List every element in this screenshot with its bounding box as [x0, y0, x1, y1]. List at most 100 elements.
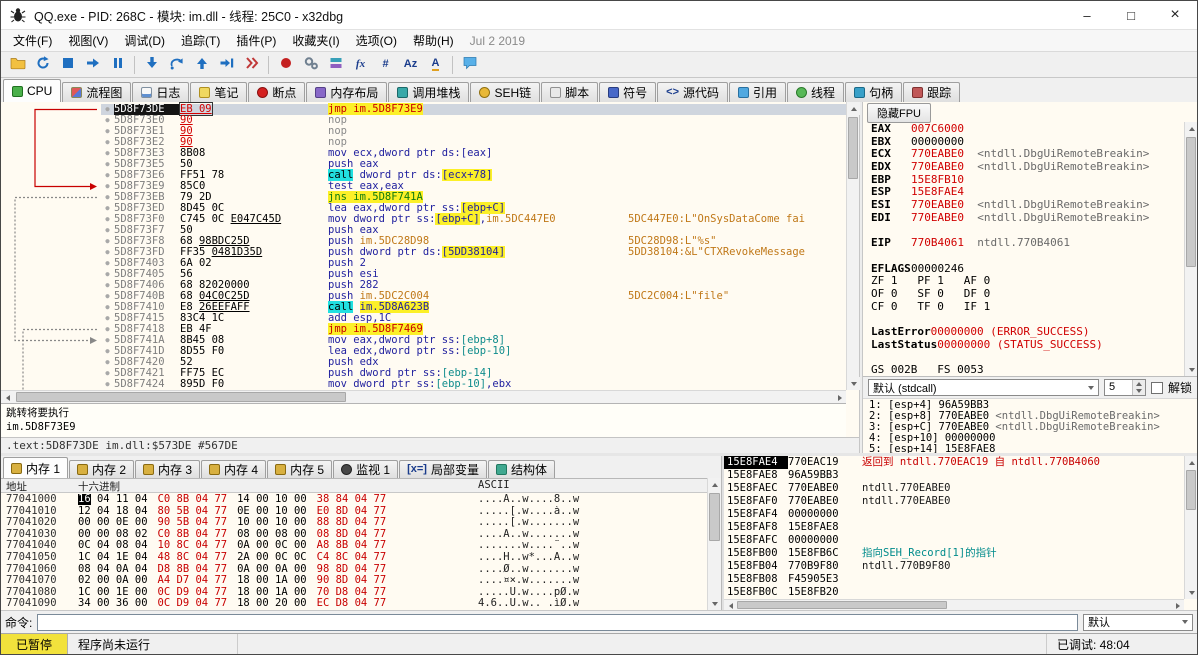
stack-row[interactable]: 15E8FB0015E8FB6C指向SEH_Record[1]的指针 — [724, 547, 1184, 560]
menu-item-8[interactable]: 帮助(H) — [405, 30, 462, 51]
close-button[interactable]: × — [1153, 1, 1197, 29]
stack-row[interactable]: 15E8FAF815E8FAE8 — [724, 521, 1184, 534]
patches-button[interactable]: # — [373, 53, 398, 76]
restart-button[interactable] — [30, 53, 55, 76]
register-row[interactable]: LastStatus00000000 (STATUS_SUCCESS) — [871, 339, 1184, 352]
breakpoint-dot[interactable]: ● — [101, 368, 114, 379]
disasm-row[interactable]: ●5D8F73E985C0test eax,eax — [101, 181, 846, 192]
disassembly-vertical-scrollbar[interactable] — [846, 102, 859, 390]
stack-row[interactable]: 15E8FAFC00000000 — [724, 534, 1184, 547]
scroll-down-button[interactable] — [708, 597, 721, 610]
breakpoint-dot[interactable]: ● — [101, 346, 114, 357]
breakpoint-dot[interactable]: ● — [101, 247, 114, 258]
breakpoint-dot[interactable]: ● — [101, 170, 114, 181]
view-tab-13[interactable]: 线程 — [787, 82, 844, 102]
stack-row[interactable]: 15E8FAEC770EABE0ntdll.770EABE0 — [724, 482, 1184, 495]
breakpoint-dot[interactable]: ● — [101, 291, 114, 302]
stack-row[interactable]: 15E8FB04770B9F80ntdll.770B9F80 — [724, 560, 1184, 573]
breakpoint-dot[interactable]: ● — [101, 104, 114, 115]
scroll-thumb[interactable] — [737, 601, 947, 609]
open-file-button[interactable] — [5, 53, 30, 76]
menu-item-5[interactable]: 插件(P) — [228, 30, 284, 51]
scroll-thumb[interactable] — [1186, 470, 1196, 510]
breakpoint-dot[interactable]: ● — [101, 324, 114, 335]
pause-button[interactable] — [105, 53, 130, 76]
dump-tab-6[interactable]: 监视 1 — [333, 460, 398, 478]
stack-row[interactable]: 15E8FAE4770EAC19返回到 ntdll.770EAC19 自 ntd… — [724, 456, 1184, 469]
step-over-button[interactable] — [164, 53, 189, 76]
disasm-row[interactable]: ●5D8F73DEEB 09jmp im.5D8F73E9 — [101, 104, 846, 115]
flags-row[interactable]: CF 0 TF 0 IF 1 — [871, 301, 1184, 314]
disasm-row[interactable]: ●5D8F73E090nop — [101, 115, 846, 126]
breakpoint-dot[interactable]: ● — [101, 137, 114, 148]
menu-item-4[interactable]: 追踪(T) — [173, 30, 228, 51]
stack-row[interactable]: 15E8FB08F45905E3 — [724, 573, 1184, 586]
breakpoint-dot[interactable]: ● — [101, 280, 114, 291]
scroll-thumb[interactable] — [16, 392, 346, 402]
dump-row[interactable]: 7704109034 00 36 000C D9 04 7718 00 20 0… — [1, 598, 707, 610]
disasm-row[interactable]: ●5D8F73E38B08mov ecx,dword ptr ds:[eax] — [101, 148, 846, 159]
memory-regions-button[interactable] — [323, 53, 348, 76]
view-tab-6[interactable]: 内存布局 — [306, 82, 387, 102]
view-tab-14[interactable]: 句柄 — [845, 82, 902, 102]
breakpoint-dot[interactable]: ● — [101, 225, 114, 236]
disasm-row[interactable]: ●5D8F73E190nop — [101, 126, 846, 137]
argument-count-stepper[interactable]: 5 — [1104, 379, 1146, 396]
view-tab-11[interactable]: <>源代码 — [657, 82, 728, 102]
settings-button[interactable] — [298, 53, 323, 76]
disasm-row[interactable]: ●5D8F741D8D55 F0lea edx,dword ptr ss:[eb… — [101, 346, 846, 357]
step-into-button[interactable] — [139, 53, 164, 76]
stack-row[interactable]: 15E8FAF0770EABE0ntdll.770EABE0 — [724, 495, 1184, 508]
scroll-thumb[interactable] — [1186, 137, 1196, 267]
view-tab-9[interactable]: 脚本 — [541, 82, 598, 102]
breakpoint-dot[interactable]: ● — [101, 335, 114, 346]
dump-tab-1[interactable]: 内存 1 — [3, 457, 68, 478]
feedback-chat-button[interactable] — [457, 53, 482, 76]
view-tab-15[interactable]: 跟踪 — [903, 82, 960, 102]
breakpoint-dot[interactable]: ● — [101, 159, 114, 170]
stack-row[interactable]: 15E8FAF400000000 — [724, 508, 1184, 521]
registers-scrollbar[interactable] — [1184, 122, 1197, 376]
annotate-button[interactable]: A — [423, 53, 448, 76]
register-row[interactable]: EIP770B4061 ntdll.770B4061 — [871, 237, 1184, 250]
scroll-up-button[interactable] — [847, 102, 860, 115]
view-tab-5[interactable]: 断点 — [248, 82, 305, 102]
breakpoint-dot[interactable]: ● — [101, 379, 114, 390]
scroll-down-button[interactable] — [847, 377, 860, 390]
breakpoint-dot[interactable]: ● — [101, 313, 114, 324]
stack-row[interactable]: 15E8FB0C15E8FB20 — [724, 586, 1184, 599]
animate-into-button[interactable] — [239, 53, 264, 76]
command-input[interactable] — [37, 614, 1078, 631]
maximize-button[interactable]: □ — [1109, 1, 1153, 29]
view-tab-7[interactable]: 调用堆栈 — [388, 82, 469, 102]
breakpoint-dot[interactable]: ● — [101, 203, 114, 214]
flags-row[interactable]: GS 002B FS 0053 — [871, 364, 1184, 376]
menu-item-3[interactable]: 调试(D) — [116, 30, 173, 51]
breakpoint-dot[interactable]: ● — [101, 126, 114, 137]
dump-tab-3[interactable]: 内存 3 — [135, 460, 200, 478]
stop-button[interactable] — [55, 53, 80, 76]
menu-item-7[interactable]: 选项(O) — [348, 30, 405, 51]
breakpoint-dot[interactable]: ● — [101, 258, 114, 269]
dump-scrollbar[interactable] — [707, 478, 721, 610]
stepper-down-button[interactable] — [1133, 388, 1145, 396]
view-tab-3[interactable]: 日志 — [132, 82, 189, 102]
breakpoints-button[interactable] — [273, 53, 298, 76]
dump-tab-4[interactable]: 内存 4 — [201, 460, 266, 478]
disasm-row[interactable]: ●5D8F73F0C745 0C E047C45Dmov dword ptr s… — [101, 214, 846, 225]
scroll-down-button[interactable] — [1185, 363, 1198, 376]
register-row[interactable]: EDI770EABE0 <ntdll.DbgUiRemoteBreakin> — [871, 212, 1184, 225]
breakpoint-dot[interactable]: ● — [101, 302, 114, 313]
disasm-row[interactable]: ●5D8F7424895D F0mov dword ptr ss:[ebp-10… — [101, 379, 846, 390]
dump-tab-8[interactable]: 结构体 — [488, 460, 555, 478]
menu-item-1[interactable]: 文件(F) — [5, 30, 60, 51]
disasm-row[interactable]: ●5D8F73E6FF51 78call dword ptr ds:[ecx+7… — [101, 170, 846, 181]
dump-tab-2[interactable]: 内存 2 — [69, 460, 134, 478]
disassembly-horizontal-scrollbar[interactable] — [1, 390, 846, 403]
view-tab-1[interactable]: CPU — [3, 79, 61, 102]
breakpoint-dot[interactable]: ● — [101, 148, 114, 159]
command-profile-select[interactable]: 默认 — [1083, 614, 1193, 631]
menu-item-2[interactable]: 视图(V) — [60, 30, 116, 51]
breakpoint-dot[interactable]: ● — [101, 214, 114, 225]
breakpoint-dot[interactable]: ● — [101, 192, 114, 203]
